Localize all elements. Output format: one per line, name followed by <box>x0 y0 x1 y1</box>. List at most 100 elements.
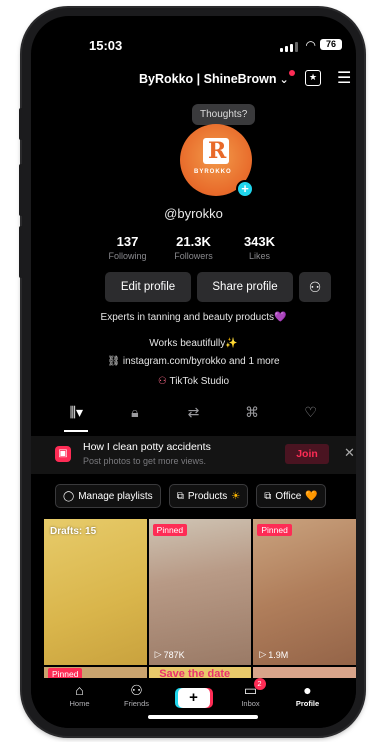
status-bar: 15:03 ◠ 76 <box>31 16 356 58</box>
sun-icon: ☀ <box>231 490 241 502</box>
add-friend-button[interactable]: ⚇ <box>299 272 331 302</box>
menu-icon[interactable]: ☰ <box>337 68 351 88</box>
pinned-badge: Pinned <box>152 524 188 536</box>
bio-line: Works beautifully✨ <box>31 338 356 349</box>
join-button[interactable]: Join <box>285 444 329 464</box>
view-count-text: 1.9M <box>268 649 289 660</box>
play-icon: ▷ <box>259 649 267 659</box>
friends-icon: ⚇ <box>130 682 143 698</box>
link-text: instagram.com/byrokko and 1 more <box>122 356 280 367</box>
volume-up-button <box>19 164 23 216</box>
thoughts-bubble[interactable]: Thoughts? <box>192 104 256 125</box>
camera-icon: ▣ <box>55 446 71 462</box>
stat-likes[interactable]: 343K Likes <box>240 234 280 261</box>
chevron-down-icon: ⌄ <box>279 73 289 86</box>
stat-value: 137 <box>116 234 139 249</box>
edit-profile-button[interactable]: Edit profile <box>105 272 191 302</box>
link-icon: ⛓ <box>107 356 121 367</box>
mute-switch <box>19 108 23 140</box>
create-icon: + <box>177 688 210 708</box>
profile-actions: Edit profile Share profile ⚇ <box>105 272 331 302</box>
tiktok-studio-link[interactable]: ⚇ TikTok Studio <box>31 376 356 387</box>
profile-stats: 137 Following 21.3K Followers 343K Likes <box>31 234 356 261</box>
stat-label: Following <box>108 251 147 261</box>
tab-reposts[interactable]: ⇄ <box>173 402 213 432</box>
profile-header: ByRokko | ShineBrown ⌄ ★ ☰ <box>31 66 356 92</box>
home-indicator[interactable] <box>148 715 258 719</box>
sparkle-icon: ✨ <box>225 338 238 349</box>
logo-icon <box>203 138 229 164</box>
account-name: ByRokko | ShineBrown <box>139 72 277 86</box>
wifi-icon: ◠ <box>305 38 316 52</box>
signal-icon <box>280 42 298 52</box>
stat-value: 21.3K <box>176 234 211 249</box>
status-time: 15:03 <box>89 38 123 53</box>
stat-value: 343K <box>243 234 276 249</box>
nav-create[interactable]: + <box>173 678 215 728</box>
chip-label: Manage playlists <box>78 490 153 502</box>
drafts-tile[interactable]: Drafts: 15 <box>44 519 147 665</box>
bottom-nav: ⌂ Home ⚇ Friends + ▭ 2 Inbox ● Profile <box>31 678 356 728</box>
studio-icon: ⚇ <box>157 376 167 387</box>
bookmark-icon: ⌘ <box>245 404 260 420</box>
tab-liked[interactable]: ♡ <box>291 402 331 432</box>
liked-icon: ♡ <box>304 404 317 420</box>
stat-label: Likes <box>248 251 270 261</box>
bio-line: Experts in tanning and beauty products💜 <box>31 312 356 323</box>
favorites-icon[interactable]: ★ <box>305 70 321 86</box>
share-profile-button[interactable]: Share profile <box>197 272 293 302</box>
drafts-count: Drafts: 15 <box>50 526 97 537</box>
manage-playlists-chip[interactable]: ◯ Manage playlists <box>55 484 161 508</box>
nav-home[interactable]: ⌂ Home <box>59 678 101 728</box>
playlist-icon: ◯ <box>63 490 75 502</box>
notification-dot <box>289 70 295 76</box>
view-count: ▷ 1.9M <box>259 649 288 660</box>
playlist-icon: ⧉ <box>176 490 184 502</box>
nav-inbox[interactable]: ▭ 2 Inbox <box>230 678 272 728</box>
chip-label: Products <box>187 490 228 502</box>
content-tabs: ⫼▾ 🔒︎ ⇄ ⌘ ♡ <box>31 402 356 432</box>
screen: 15:03 ◠ 76 ByRokko | ShineBrown ⌄ ★ ☰ Th… <box>31 16 356 728</box>
nav-label: Profile <box>295 699 320 708</box>
view-count-text: 787K <box>163 649 185 660</box>
grid-icon: ⫼▾ <box>69 404 84 420</box>
nav-label: Inbox <box>241 699 260 708</box>
office-chip[interactable]: ⧉ Office 🧡 <box>256 484 326 508</box>
video-tile[interactable]: Pinned ▷ 787K <box>148 519 252 665</box>
nav-label: Friends <box>123 699 149 708</box>
nav-profile[interactable]: ● Profile <box>287 678 329 728</box>
heart-icon: 🧡 <box>305 490 318 502</box>
promo-title: How I clean potty accidents <box>83 441 211 453</box>
username: @byrokko <box>164 206 223 221</box>
avatar-brand-text: BYROKKO <box>194 169 232 175</box>
tab-private[interactable]: 🔒︎ <box>115 402 155 432</box>
add-user-icon: ⚇ <box>308 278 322 295</box>
studio-text: TikTok Studio <box>169 376 230 387</box>
battery-icon: 76 <box>320 39 342 50</box>
playlist-icon: ⧉ <box>264 490 272 502</box>
account-switcher[interactable]: ByRokko | ShineBrown ⌄ <box>139 72 289 86</box>
play-icon: ▷ <box>154 649 162 659</box>
lock-icon: 🔒︎ <box>131 404 139 420</box>
video-tile[interactable]: Pinned ▷ 1.9M <box>253 519 356 665</box>
add-story-icon[interactable]: + <box>236 180 254 198</box>
home-icon: ⌂ <box>75 682 84 698</box>
profile-link[interactable]: ⛓ instagram.com/byrokko and 1 more <box>31 356 356 367</box>
promo-banner: ▣ How I clean potty accidents Post photo… <box>31 436 356 474</box>
inbox-badge: 2 <box>253 678 266 690</box>
repost-icon: ⇄ <box>187 404 200 420</box>
close-icon[interactable]: ✕ <box>344 445 355 461</box>
products-chip[interactable]: ⧉ Products ☀ <box>168 484 249 508</box>
tab-favorites[interactable]: ⌘ <box>232 402 272 432</box>
volume-down-button <box>19 226 23 278</box>
tab-videos[interactable]: ⫼▾ <box>56 402 96 432</box>
stat-followers[interactable]: 21.3K Followers <box>174 234 214 261</box>
promo-subtitle: Post photos to get more views. <box>83 456 207 466</box>
view-count: ▷ 787K <box>155 649 185 660</box>
nav-friends[interactable]: ⚇ Friends <box>116 678 158 728</box>
heart-icon: 💜 <box>274 312 287 323</box>
stat-following[interactable]: 137 Following <box>108 234 148 261</box>
chip-label: Office <box>275 490 302 502</box>
profile-icon: ● <box>303 682 312 698</box>
bio-text: Experts in tanning and beauty products <box>100 312 274 323</box>
